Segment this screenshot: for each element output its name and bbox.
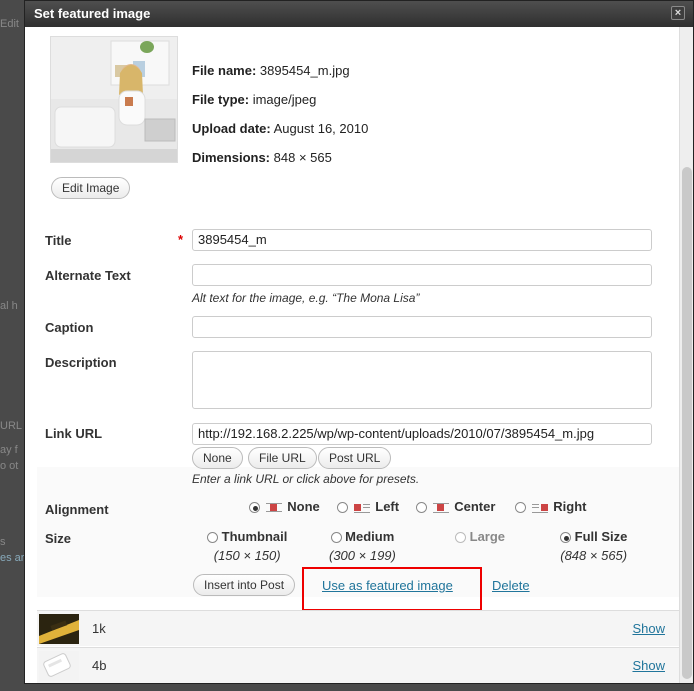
size-thumbnail-radio[interactable] [207, 532, 218, 544]
size-large-label: Large [469, 529, 506, 544]
show-link[interactable]: Show [632, 658, 665, 673]
set-featured-image-dialog: Set featured image × File name: 3895454_… [24, 0, 694, 684]
edit-image-button[interactable]: Edit Image [51, 177, 131, 199]
dimensions: 848 × 565 [273, 150, 332, 165]
show-link[interactable]: Show [632, 621, 665, 636]
item-thumbnail [39, 614, 79, 644]
background-text: s [0, 536, 6, 548]
align-right-label: Right [553, 499, 587, 514]
size-large-option[interactable]: Large [455, 529, 505, 548]
item-name: 4b [92, 658, 107, 673]
background-text: o ot [0, 460, 19, 472]
align-none-icon [265, 502, 282, 513]
alt-text-label: Alternate Text [45, 268, 131, 283]
description-label: Description [45, 355, 117, 370]
file-type-label: File type: [192, 92, 250, 107]
dialog-title: Set featured image [34, 6, 151, 21]
align-right-radio[interactable] [515, 502, 526, 514]
description-textarea[interactable] [192, 351, 652, 409]
file-name: 3895454_m.jpg [259, 63, 350, 78]
size-large-radio[interactable] [455, 532, 466, 544]
size-medium-option[interactable]: Medium (300 × 199) [329, 529, 396, 563]
link-none-button[interactable]: None [192, 447, 243, 469]
align-center-icon [432, 502, 449, 514]
align-none-radio[interactable] [249, 502, 260, 514]
link-url-input[interactable]: http://192.168.2.225/wp/wp-content/uploa… [192, 423, 652, 445]
size-full-label: Full Size [574, 529, 628, 544]
caption-input[interactable] [192, 316, 652, 338]
dimensions-label: Dimensions: [192, 150, 271, 165]
size-medium-label: Medium [345, 529, 395, 544]
background-page-bottom [24, 683, 694, 691]
alt-text-input[interactable] [192, 264, 652, 286]
link-url-help: Enter a link URL or click above for pres… [192, 472, 420, 486]
background-page: Edit al h URL ay f o ot s es ar [0, 0, 24, 691]
background-text: al h [0, 300, 18, 312]
size-full-option[interactable]: Full Size (848 × 565) [560, 529, 627, 563]
upload-date: August 16, 2010 [273, 121, 369, 136]
background-text: Edit [0, 18, 19, 30]
align-none-option[interactable]: None [249, 499, 320, 514]
align-center-radio[interactable] [416, 502, 427, 514]
align-center-label: Center [454, 499, 496, 514]
align-right-icon [531, 502, 548, 514]
align-center-option[interactable]: Center [416, 499, 495, 514]
background-text: URL [0, 420, 23, 432]
align-left-label: Left [375, 499, 400, 514]
close-icon[interactable]: × [671, 6, 685, 20]
scrollbar-thumb[interactable] [682, 167, 692, 679]
align-right-option[interactable]: Right [515, 499, 586, 514]
size-thumbnail-option[interactable]: Thumbnail (150 × 150) [207, 529, 287, 563]
media-item-panel: File name: 3895454_m.jpg File type: imag… [37, 27, 679, 683]
align-left-radio[interactable] [337, 502, 348, 514]
alignment-label: Alignment [45, 502, 109, 517]
dialog-titlebar: Set featured image × [25, 1, 693, 27]
highlight-box [302, 567, 482, 611]
title-label: Title [45, 233, 72, 248]
media-item-row: 1k Show [37, 610, 679, 646]
size-thumbnail-label: Thumbnail [221, 529, 288, 544]
upload-date-label: Upload date: [192, 121, 271, 136]
media-item-row: 4b Show [37, 647, 679, 683]
size-label: Size [45, 531, 72, 546]
insert-into-post-button[interactable]: Insert into Post [193, 574, 296, 596]
caption-label: Caption [45, 320, 94, 335]
file-info: File name: 3895454_m.jpg File type: imag… [192, 63, 368, 179]
link-file-url-button[interactable]: File URL [248, 447, 317, 469]
align-none-label: None [287, 499, 320, 514]
size-full-radio[interactable] [560, 532, 571, 544]
file-name-label: File name: [192, 63, 257, 78]
delete-link[interactable]: Delete [492, 578, 530, 593]
item-thumbnail [39, 651, 79, 681]
item-name: 1k [92, 621, 106, 636]
image-thumbnail [50, 36, 178, 163]
alt-text-help: Alt text for the image, e.g. “The Mona L… [192, 291, 420, 305]
size-medium-radio[interactable] [330, 532, 342, 544]
size-full-dims: (848 × 565) [560, 548, 628, 563]
size-medium-dims: (300 × 199) [329, 548, 396, 563]
scrollbar[interactable] [679, 27, 693, 683]
required-mark: * [178, 232, 184, 247]
link-post-url-button[interactable]: Post URL [318, 447, 392, 469]
size-thumbnail-dims: (150 × 150) [213, 548, 281, 563]
link-url-label: Link URL [45, 426, 103, 441]
file-type: image/jpeg [252, 92, 317, 107]
background-text: ay f [0, 444, 18, 456]
title-input[interactable]: 3895454_m [192, 229, 652, 251]
align-left-option[interactable]: Left [337, 499, 399, 514]
align-left-icon [353, 502, 370, 514]
background-text: es ar [0, 552, 24, 564]
